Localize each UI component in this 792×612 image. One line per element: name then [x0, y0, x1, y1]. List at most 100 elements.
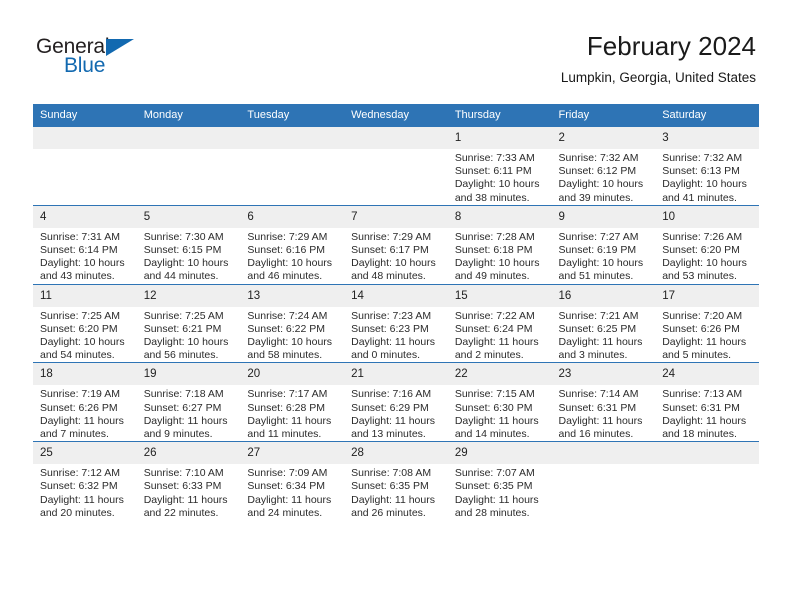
sunset-text: Sunset: 6:28 PM: [247, 401, 326, 414]
calendar-week-row: 18 Sunrise: 7:19 AM Sunset: 6:26 PM Dayligh…: [33, 362, 759, 442]
daylight-text-line1: Daylight: 10 hours: [143, 257, 229, 270]
calendar-day-cell[interactable]: 27 Sunrise: 7:09 AM Sunset: 6:34 PM Dayligh…: [240, 441, 345, 521]
sunset-text: Sunset: 6:14 PM: [40, 244, 118, 257]
daylight-text-line1: Daylight: 11 hours: [454, 414, 539, 427]
general-blue-logo[interactable]: General Blue: [36, 36, 166, 84]
daylight-text-line2: and 18 minutes.: [662, 428, 737, 441]
calendar-day-cell[interactable]: 9 Sunrise: 7:27 AM Sunset: 6:19 PM Daylight…: [551, 204, 656, 285]
calendar-day-cell[interactable]: 28 Sunrise: 7:08 AM Sunset: 6:35 PM Dayligh…: [344, 441, 448, 521]
daylight-text-line1: Daylight: 10 hours: [40, 257, 125, 270]
calendar-day-cell[interactable]: 21 Sunrise: 7:16 AM Sunset: 6:29 PM Dayligh…: [344, 362, 448, 442]
daylight-text-line2: and 54 minutes.: [40, 349, 115, 362]
calendar-day-cell[interactable]: 25 Sunrise: 7:12 AM Sunset: 6:32 PM Dayligh…: [33, 441, 137, 521]
daylight-text-line1: Daylight: 10 hours: [662, 257, 747, 270]
calendar-day-cell[interactable]: 4 Sunrise: 7:31 AM Sunset: 6:14 PM Daylight…: [33, 204, 137, 285]
daylight-text-line2: and 26 minutes.: [351, 506, 426, 519]
sunrise-text: Sunrise: 7:07 AM: [454, 467, 535, 480]
daylight-text-line1: Daylight: 11 hours: [143, 493, 228, 506]
sunset-text: Sunset: 6:12 PM: [558, 165, 637, 178]
sunset-text: Sunset: 6:32 PM: [40, 480, 118, 493]
calendar-day-cell[interactable]: 8 Sunrise: 7:28 AM Sunset: 6:18 PM Daylight…: [447, 204, 552, 285]
calendar-day-cell[interactable]: 6 Sunrise: 7:29 AM Sunset: 6:16 PM Daylight…: [240, 204, 345, 285]
daylight-text-line2: and 39 minutes.: [558, 191, 634, 204]
calendar-day-cell-empty: [33, 127, 137, 206]
calendar-day-cell[interactable]: 11 Sunrise: 7:25 AM Sunset: 6:20 PM Dayligh…: [33, 283, 137, 363]
calendar-day-cell[interactable]: 26 Sunrise: 7:10 AM Sunset: 6:33 PM Dayligh…: [136, 441, 241, 521]
sunrise-text: Sunrise: 7:10 AM: [143, 467, 224, 480]
weekday-header-wednesday: Wednesday: [344, 104, 448, 127]
daylight-text-line2: and 2 minutes.: [454, 349, 524, 362]
day-number: [33, 127, 137, 149]
day-number: 23: [551, 363, 656, 386]
daylight-text-line1: Daylight: 10 hours: [143, 336, 229, 349]
calendar-day-cell[interactable]: 23 Sunrise: 7:14 AM Sunset: 6:31 PM Dayligh…: [551, 362, 656, 442]
daylight-text-line1: Daylight: 10 hours: [351, 257, 436, 270]
weekday-header-thursday: Thursday: [447, 104, 552, 127]
day-number: [136, 127, 241, 149]
sunrise-text: Sunrise: 7:19 AM: [40, 388, 120, 401]
calendar-day-cell[interactable]: 15 Sunrise: 7:22 AM Sunset: 6:24 PM Dayligh…: [447, 283, 552, 363]
day-details: Sunrise: 7:14 AM Sunset: 6:31 PM Daylight:…: [552, 385, 656, 441]
sunrise-text: Sunrise: 7:08 AM: [351, 467, 432, 480]
day-details: Sunrise: 7:31 AM Sunset: 6:14 PM Daylight:…: [33, 228, 137, 284]
day-details: Sunrise: 7:25 AM Sunset: 6:21 PM Daylight:…: [137, 307, 241, 363]
sunrise-text: Sunrise: 7:20 AM: [662, 309, 743, 322]
calendar-day-cell-empty: [551, 441, 656, 521]
day-details: Sunrise: 7:13 AM Sunset: 6:31 PM Daylight:…: [655, 385, 759, 441]
sunrise-text: Sunrise: 7:32 AM: [662, 152, 743, 164]
sunset-text: Sunset: 6:27 PM: [143, 401, 222, 414]
calendar-day-cell[interactable]: 3 Sunrise: 7:32 AM Sunset: 6:13 PM Daylight…: [655, 127, 759, 206]
calendar-day-cell[interactable]: 1 Sunrise: 7:33 AM Sunset: 6:11 PM Daylight…: [447, 127, 552, 206]
day-number: 22: [447, 363, 552, 386]
day-number: 13: [240, 284, 345, 307]
sunset-text: Sunset: 6:17 PM: [351, 244, 429, 257]
calendar-day-cell[interactable]: 12 Sunrise: 7:25 AM Sunset: 6:21 PM Dayligh…: [136, 283, 241, 363]
calendar-day-cell[interactable]: 2 Sunrise: 7:32 AM Sunset: 6:12 PM Daylight…: [551, 127, 656, 206]
sunset-text: Sunset: 6:31 PM: [558, 401, 637, 414]
page-header: General Blue February 2024 Lumpkin, Geor…: [0, 0, 792, 104]
daylight-text-line2: and 49 minutes.: [454, 270, 530, 283]
daylight-text-line2: and 0 minutes.: [351, 349, 420, 362]
sunrise-text: Sunrise: 7:24 AM: [247, 309, 328, 322]
calendar-day-cell[interactable]: 22 Sunrise: 7:15 AM Sunset: 6:30 PM Dayligh…: [447, 362, 552, 442]
day-number: 14: [344, 284, 448, 307]
sunrise-text: Sunrise: 7:26 AM: [662, 230, 743, 243]
daylight-text-line1: Daylight: 10 hours: [662, 178, 747, 191]
calendar-day-cell[interactable]: 20 Sunrise: 7:17 AM Sunset: 6:28 PM Dayligh…: [240, 362, 345, 442]
calendar-day-cell[interactable]: 17 Sunrise: 7:20 AM Sunset: 6:26 PM Dayligh…: [655, 283, 759, 363]
calendar-day-cell[interactable]: 7 Sunrise: 7:29 AM Sunset: 6:17 PM Daylight…: [344, 204, 448, 285]
calendar-day-cell[interactable]: 24 Sunrise: 7:13 AM Sunset: 6:31 PM Dayligh…: [655, 362, 759, 442]
sunrise-text: Sunrise: 7:25 AM: [40, 309, 120, 322]
calendar-page: General Blue February 2024 Lumpkin, Geor…: [0, 0, 792, 612]
day-details: Sunrise: 7:24 AM Sunset: 6:22 PM Daylight:…: [240, 307, 344, 363]
sunset-text: Sunset: 6:33 PM: [143, 480, 222, 493]
day-details: Sunrise: 7:28 AM Sunset: 6:18 PM Daylight:…: [448, 228, 552, 284]
daylight-text-line1: Daylight: 11 hours: [454, 336, 539, 349]
daylight-text-line2: and 5 minutes.: [662, 349, 732, 362]
calendar-day-cell[interactable]: 10 Sunrise: 7:26 AM Sunset: 6:20 PM Dayligh…: [655, 204, 759, 285]
day-number: 29: [447, 442, 552, 465]
sunset-text: Sunset: 6:15 PM: [143, 244, 222, 257]
calendar-day-cell[interactable]: 14 Sunrise: 7:23 AM Sunset: 6:23 PM Dayligh…: [344, 283, 448, 363]
day-details: Sunrise: 7:15 AM Sunset: 6:30 PM Daylight:…: [448, 385, 552, 441]
weekday-header-tuesday: Tuesday: [240, 104, 345, 127]
calendar-day-cell[interactable]: 18 Sunrise: 7:19 AM Sunset: 6:26 PM Dayligh…: [33, 362, 137, 442]
calendar-day-cell[interactable]: 16 Sunrise: 7:21 AM Sunset: 6:25 PM Dayligh…: [551, 283, 656, 363]
daylight-text-line1: Daylight: 11 hours: [351, 336, 435, 349]
daylight-text-line2: and 53 minutes.: [662, 270, 737, 283]
daylight-text-line1: Daylight: 11 hours: [558, 336, 643, 349]
calendar-day-cell[interactable]: 19 Sunrise: 7:18 AM Sunset: 6:27 PM Dayligh…: [136, 362, 241, 442]
daylight-text-line1: Daylight: 11 hours: [558, 414, 643, 427]
daylight-text-line1: Daylight: 11 hours: [40, 493, 124, 506]
day-number: [655, 442, 759, 465]
day-number: 27: [240, 442, 345, 465]
daylight-text-line2: and 7 minutes.: [40, 428, 109, 441]
calendar-day-cell[interactable]: 13 Sunrise: 7:24 AM Sunset: 6:22 PM Dayligh…: [240, 283, 345, 363]
calendar-day-cell[interactable]: 29 Sunrise: 7:07 AM Sunset: 6:35 PM Dayligh…: [447, 441, 552, 521]
day-number: 16: [551, 284, 656, 307]
page-title: February 2024: [586, 31, 756, 61]
daylight-text-line2: and 41 minutes.: [662, 191, 737, 204]
weekday-header-monday: Monday: [136, 104, 241, 127]
calendar-day-cell[interactable]: 5 Sunrise: 7:30 AM Sunset: 6:15 PM Daylight…: [136, 204, 241, 285]
daylight-text-line1: Daylight: 10 hours: [247, 336, 333, 349]
